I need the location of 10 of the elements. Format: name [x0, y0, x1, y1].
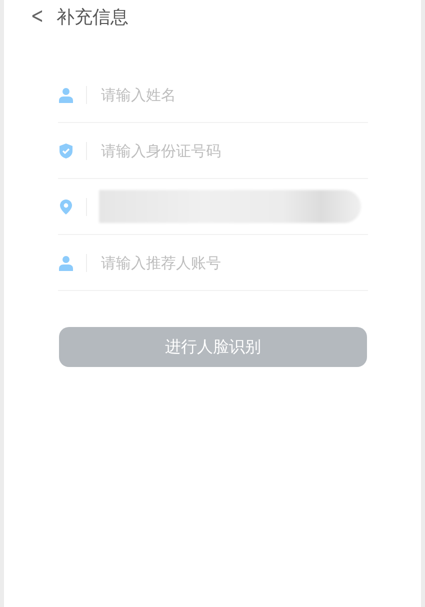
input-field[interactable]: 请输入姓名 — [99, 84, 368, 104]
back-button[interactable]: < — [30, 4, 44, 30]
page-title: 补充信息 — [56, 6, 128, 29]
location-pin-icon — [58, 198, 74, 214]
shield-check-icon — [58, 142, 74, 158]
person-icon — [58, 86, 74, 102]
redacted-field[interactable] — [99, 190, 361, 223]
input-field[interactable]: 请输入推荐人账号 — [99, 252, 368, 272]
person-icon — [58, 254, 74, 270]
input-field[interactable]: 请输入身份证号码 — [99, 140, 368, 160]
